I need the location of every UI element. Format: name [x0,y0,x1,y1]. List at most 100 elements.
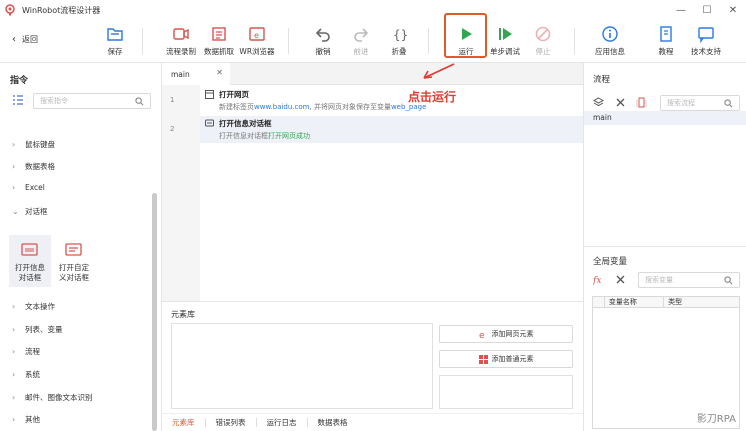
bottom-tabs: 元素库 错误列表 运行日志 数据表格 [162,413,583,431]
close-icon[interactable]: ✕ [720,0,746,20]
flow-search-input[interactable]: 搜索流程 [660,95,740,111]
chevron-right-icon: › [12,140,16,149]
tab-main[interactable]: main ✕ [162,63,230,85]
fold-button[interactable]: {} 折叠 [378,22,420,60]
category-flow[interactable]: › 流程 [12,346,40,357]
category-other[interactable]: › 其他 [12,414,40,425]
category-mouse-keyboard[interactable]: › 鼠标键盘 [12,139,55,150]
tab-error-list[interactable]: 错误列表 [206,418,257,427]
command-panel-title: 指令 [10,76,29,86]
app-logo-icon [5,4,15,16]
app-info-button[interactable]: 应用信息 [589,22,631,60]
save-button[interactable]: 保存 [94,22,136,60]
category-system[interactable]: › 系统 [12,369,40,380]
delete-x-icon[interactable] [615,97,626,108]
divider [288,28,289,54]
add-web-element-button[interactable]: e 添加网页元素 [439,325,573,343]
undo-button[interactable]: 撤销 [302,22,344,60]
add-normal-element-button[interactable]: 添加普通元素 [439,350,573,368]
editor-tabbar: main ✕ [162,63,583,85]
message-dialog-icon [21,243,38,256]
list-view-icon[interactable] [13,95,23,105]
divider [142,28,143,54]
step-debug-icon [499,28,512,40]
element-preview-area [439,375,573,409]
tab-data-table[interactable]: 数据表格 [308,418,358,427]
back-button[interactable]: ‹ 返回 [12,34,38,45]
search-icon [724,276,733,285]
command-panel: 指令 搜索指令 › 鼠标键盘 › 数据表格 › Excel ⌄ 对话框 打开信息 对话框 … [0,63,162,431]
variable-table-header: 变量名称 类型 [593,297,739,308]
minimize-icon[interactable]: — [668,0,694,20]
title-bar: WinRobot流程设计器 — ☐ ✕ [0,0,746,20]
tab-element-library[interactable]: 元素库 [162,418,206,427]
browser-icon: e [249,27,265,41]
chevron-right-icon: › [12,162,16,171]
chevron-right-icon: › [12,325,16,334]
annotation-click-run: 点击运行 [408,90,457,104]
dialog-step-icon [205,119,214,127]
back-label: 返回 [22,35,38,44]
category-dialog[interactable]: ⌄ 对话框 [12,206,48,217]
tech-support-button[interactable]: 技术支持 [685,22,727,60]
category-excel[interactable]: › Excel [12,183,45,192]
svg-text:fx: fx [593,276,601,285]
step-open-message-dialog[interactable]: 打开信息对话框 打开信息对话框打开网页成功 [200,116,583,143]
toolbar: ‹ 返回 保存 流程录制 数据抓取 e WR浏览器 撤销 前进 {} 折叠 运行… [0,20,746,63]
stop-button[interactable]: 停止 [522,22,564,60]
chevron-right-icon: › [12,415,16,424]
step-open-webpage[interactable]: 打开网页 新建标签页www.baidu.com, 并将网页对象保存至变量web_… [200,87,583,114]
category-data-table[interactable]: › 数据表格 [12,161,55,172]
search-icon [135,97,144,106]
tutorial-button[interactable]: 教程 [645,22,687,60]
command-scrollbar[interactable] [152,193,157,431]
data-capture-icon [212,27,226,41]
copy-flow-icon[interactable] [636,97,647,108]
variable-search-input[interactable]: 搜索变量 [638,272,740,288]
flow-editor: main ✕ 1 2 打开网页 新建标签页www.baidu.com, 并将网页… [162,63,583,301]
divider [574,28,575,54]
element-list-area[interactable] [171,323,433,409]
close-tab-icon[interactable]: ✕ [216,68,223,77]
tile-open-custom-dialog[interactable]: 打开自定 义对话框 [53,235,95,287]
undo-icon [315,28,330,42]
annotation-arrow-icon [423,63,455,79]
divider [428,28,429,54]
col-variable-name: 变量名称 [605,297,665,307]
tile-open-message-dialog[interactable]: 打开信息 对话框 [9,235,51,287]
browser-step-icon [205,90,214,99]
category-text-ops[interactable]: › 文本操作 [12,301,55,312]
svg-text:{}: {} [393,28,408,42]
command-search-input[interactable]: 搜索指令 [33,93,151,109]
record-button[interactable]: 流程录制 [160,22,202,60]
folder-save-icon [107,28,123,41]
watermark: 影刀RPA [696,414,736,425]
svg-text:e: e [254,31,259,40]
line-number: 1 [170,96,175,104]
chevron-down-icon: ⌄ [12,207,19,216]
line-number: 2 [170,125,175,133]
data-capture-button[interactable]: 数据抓取 [198,22,240,60]
step-debug-button[interactable]: 单步调试 [484,22,526,60]
redo-button[interactable]: 前进 [340,22,382,60]
search-icon [724,99,733,108]
flow-item-main[interactable]: main [584,111,746,125]
book-icon [660,26,672,42]
chevron-right-icon: › [12,347,16,356]
custom-dialog-icon [65,243,82,256]
info-icon [602,26,618,42]
layers-icon[interactable] [593,97,604,108]
function-icon[interactable]: fx [593,274,604,285]
category-mail-ocr[interactable]: › 邮件、图像文本识别 [12,392,93,403]
wr-browser-button[interactable]: e WR浏览器 [236,22,278,60]
chevron-right-icon: › [12,393,16,402]
maximize-icon[interactable]: ☐ [694,0,720,20]
stop-icon [535,26,551,42]
global-vars-title: 全局变量 [593,257,628,267]
delete-x-icon[interactable] [615,274,626,285]
category-list-variable[interactable]: › 列表、变量 [12,324,63,335]
tab-run-log[interactable]: 运行日志 [257,418,308,427]
chevron-right-icon: › [12,183,16,192]
line-gutter: 1 2 [162,85,200,301]
video-record-icon [173,28,189,40]
